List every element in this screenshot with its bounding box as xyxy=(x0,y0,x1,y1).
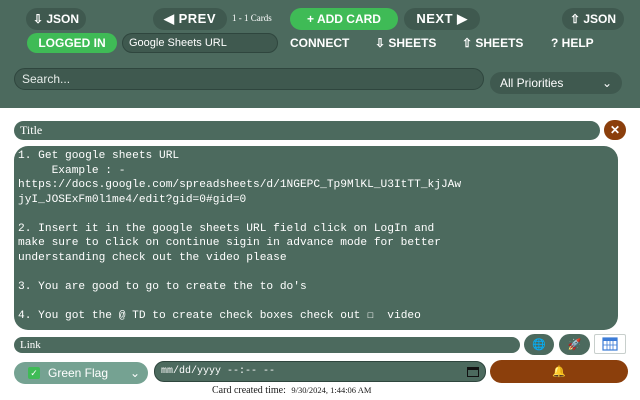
calendar-picker-icon[interactable] xyxy=(467,366,479,377)
cards-count: 1 - 1 Cards xyxy=(232,13,272,23)
chevron-down-icon: ⌄ xyxy=(601,76,612,90)
calendar-icon-graphic xyxy=(602,337,618,351)
search-input[interactable] xyxy=(14,68,484,90)
upload-sheets-button[interactable]: ⇧ SHEETS xyxy=(462,36,523,50)
close-icon[interactable]: ✕ xyxy=(604,120,626,140)
flag-select-value: Green Flag xyxy=(48,366,109,380)
datetime-placeholder: mm/dd/yyyy --:-- -- xyxy=(161,366,276,377)
created-time-label: Card created time: xyxy=(212,385,286,396)
add-card-button[interactable]: + ADD CARD xyxy=(290,8,398,30)
link-input[interactable]: Link xyxy=(14,337,520,353)
prev-button[interactable]: ◀ PREV xyxy=(153,8,227,30)
bell-icon[interactable]: 🔔 xyxy=(490,360,628,383)
created-time-value: 9/30/2024, 1:44:06 AM xyxy=(291,385,372,395)
download-sheets-button[interactable]: ⇩ SHEETS xyxy=(375,36,436,50)
upload-json-button[interactable]: ⇧ JSON xyxy=(562,8,624,30)
datetime-input[interactable]: mm/dd/yyyy --:-- -- xyxy=(154,361,486,382)
calendar-icon[interactable] xyxy=(594,334,626,354)
sheets-url-input[interactable] xyxy=(122,33,278,53)
rocket-icon[interactable]: 🚀 xyxy=(559,334,590,355)
check-icon: ✓ xyxy=(28,367,40,379)
logged-in-button[interactable]: LOGGED IN xyxy=(27,33,117,53)
chevron-down-icon: ⌄ xyxy=(129,366,140,380)
flag-select[interactable]: ✓ Green Flag ⌄ xyxy=(14,362,148,384)
globe-icon[interactable]: 🌐 xyxy=(524,334,554,355)
help-button[interactable]: ? HELP xyxy=(551,36,594,50)
connect-button[interactable]: CONNECT xyxy=(290,36,349,50)
card-created-time: Card created time: 9/30/2024, 1:44:06 AM xyxy=(212,385,371,396)
next-button[interactable]: NEXT ▶ xyxy=(404,8,480,30)
priority-select-value: All Priorities xyxy=(500,76,564,90)
download-json-button[interactable]: ⇩ JSON xyxy=(26,8,86,30)
priority-select[interactable]: All Priorities ⌄ xyxy=(490,72,622,94)
card-content-textarea[interactable]: 1. Get google sheets URL Example : - htt… xyxy=(14,146,618,330)
title-input[interactable]: Title xyxy=(14,121,600,140)
